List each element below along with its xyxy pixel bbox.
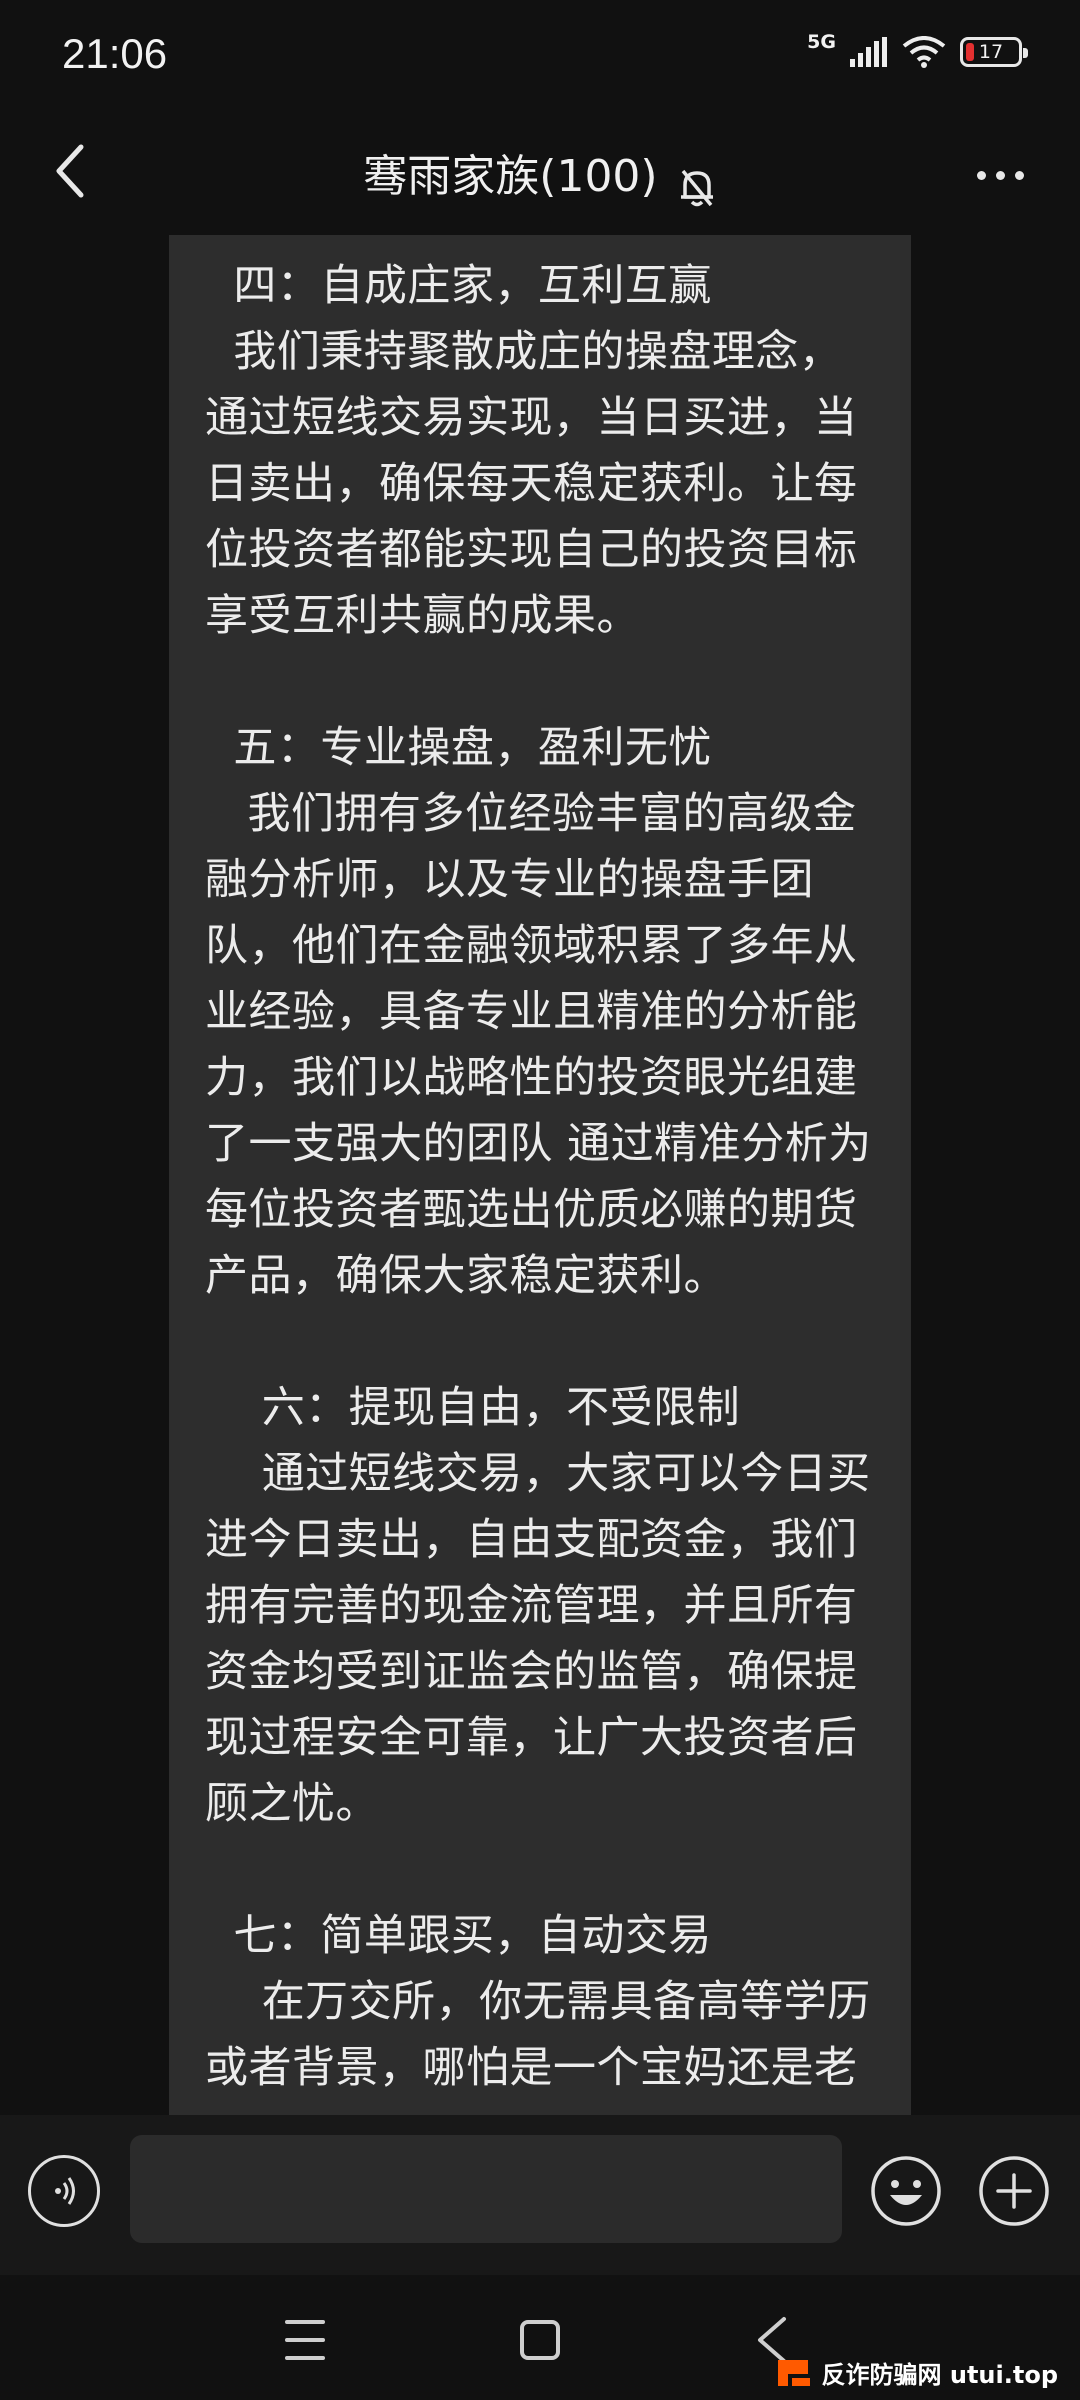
chat-header: 骞雨家族(100) [0, 110, 1080, 230]
battery-level: 17 [978, 41, 1004, 63]
battery-icon: 17 [960, 37, 1028, 67]
watermark-brand: 反诈防骗网 utui.top [774, 2355, 1058, 2390]
signal-icon [850, 37, 887, 67]
network-label: 5G [807, 31, 836, 53]
voice-icon [55, 2177, 75, 2205]
menu-line [285, 2338, 325, 2342]
menu-line [285, 2356, 325, 2360]
bell-off-icon [680, 169, 713, 206]
home-square-icon[interactable] [520, 2320, 560, 2360]
more-dot [995, 170, 1005, 180]
emoji-icon [871, 2156, 941, 2226]
emoji-button[interactable] [870, 2155, 942, 2227]
more-button[interactable] [960, 150, 1040, 200]
more-dot [1014, 170, 1024, 180]
chat-title[interactable]: 骞雨家族(100) [363, 151, 657, 202]
system-nav-bar: 反诈防骗网 utui.top [0, 2275, 1080, 2400]
title-wrap: 骞雨家族(100) [0, 140, 1080, 209]
status-icons: 5G 17 [807, 31, 1028, 68]
battery-fill [966, 43, 974, 61]
input-bar [0, 2115, 1080, 2275]
menu-line [285, 2320, 325, 2324]
wifi-icon [902, 36, 946, 68]
message-text: 四：自成庄家，互利互赢 我们秉持聚散成庄的操盘理念，通过短线交易实现，当日买进，… [205, 261, 872, 2093]
brand-logo-icon [777, 2359, 810, 2386]
voice-button[interactable] [28, 2155, 100, 2227]
more-dot [976, 170, 986, 180]
status-bar: 21:06 5G 17 [0, 0, 1080, 110]
brand-text: 反诈防骗网 utui.top [821, 2361, 1058, 2389]
message-bubble[interactable]: 四：自成庄家，互利互赢 我们秉持聚散成庄的操盘理念，通过短线交易实现，当日买进，… [169, 235, 911, 2115]
plus-button[interactable] [978, 2155, 1050, 2227]
menu-icon[interactable] [285, 2320, 325, 2360]
plus-icon [979, 2156, 1049, 2226]
status-time: 21:06 [62, 30, 168, 77]
message-input[interactable] [130, 2135, 842, 2243]
